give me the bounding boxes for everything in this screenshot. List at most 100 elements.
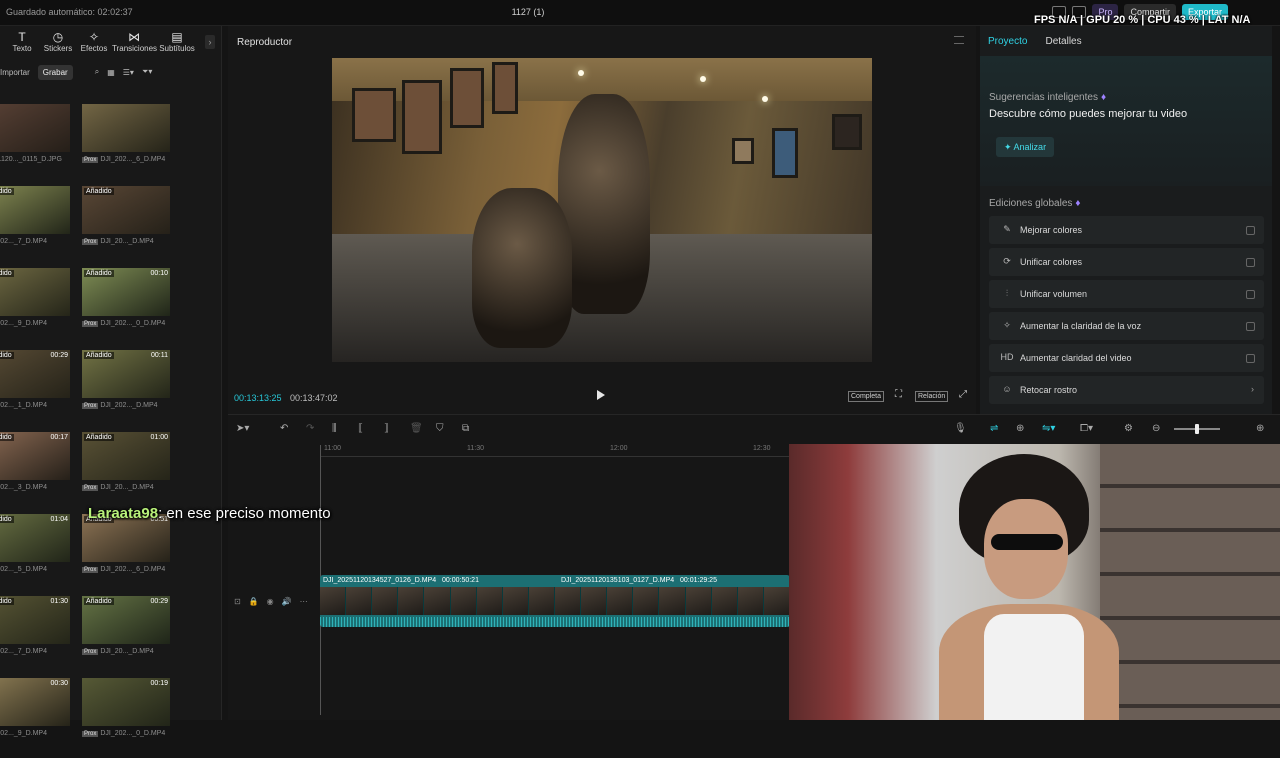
clip-name: DJI_20251120135103_0127_D.MP4 [561, 577, 675, 584]
ruler-tick: 12:30 [753, 445, 771, 452]
analyze-button[interactable]: ✦ Analizar [996, 137, 1055, 157]
proxy-badge: Prox [82, 567, 99, 573]
media-item[interactable]: 20251120..._0115_D.JPG [0, 104, 70, 184]
trim-left-icon[interactable]: ⟦ [358, 423, 363, 434]
redo-icon[interactable]: ↷ [306, 423, 314, 434]
media-duration: 00:11 [151, 352, 168, 359]
properties-panel: Proyecto Detalles Sugerencias inteligent… [980, 26, 1272, 414]
media-duration: 00:17 [50, 434, 68, 441]
toggle[interactable] [1246, 258, 1255, 267]
audio-icon[interactable]: 🔊 [282, 597, 292, 606]
tab-effects[interactable]: ✧ Efectos [76, 31, 112, 54]
menu-icon[interactable] [954, 36, 964, 44]
trim-right-icon[interactable]: ⟧ [384, 423, 389, 434]
clip-header: DJI_20251120134527_0126_D.MP4 00:00:50:2… [320, 575, 479, 586]
sort-icon[interactable]: ☰▾ [123, 68, 134, 77]
preview-axis-icon[interactable]: ⧠▾ [1080, 423, 1093, 434]
sunglasses [991, 534, 1063, 550]
edit-label: Unificar colores [1020, 257, 1083, 267]
toggle[interactable] [1246, 354, 1255, 363]
tab-details[interactable]: Detalles [1045, 36, 1081, 47]
wall-frame [352, 88, 396, 142]
full-quality-button[interactable]: Completa [848, 391, 884, 402]
subtitle-icon: ▤ [171, 30, 183, 44]
media-item[interactable]: Añadido 00:10 Prox DJI_202..._0_D.MP4 [82, 268, 170, 348]
tab-transitions[interactable]: ⋈ Transiciones [112, 31, 158, 54]
undo-icon[interactable]: ↶ [280, 423, 288, 434]
clip-duration: 00:00:50:21 [441, 577, 479, 584]
track-cover-icon[interactable]: ⊡ [234, 597, 241, 606]
zoom-handle[interactable] [1195, 424, 1199, 434]
video-preview[interactable] [332, 58, 872, 362]
media-item[interactable]: Añadido 01:00 Prox DJI_20..._D.MP4 [82, 432, 170, 512]
media-item[interactable]: Añadido 00:29 Prox DJI_20..._D.MP4 [82, 596, 170, 676]
filter-icon[interactable]: ⏷▾ [142, 67, 152, 77]
record-button[interactable]: Grabar [37, 64, 73, 80]
media-item[interactable]: Añadido 01:30 DJI_202..._7_D.MP4 [0, 596, 70, 676]
media-filename-text: DJI_202..._0_D.MP4 [100, 320, 166, 327]
tab-text[interactable]: T Texto [4, 31, 40, 54]
media-item[interactable]: Añadido DJI_202..._9_D.MP4 [0, 268, 70, 348]
media-filename-text: DJI_202..._D.MP4 [100, 402, 158, 409]
video-track[interactable]: DJI_20251120134527_0126_D.MP4 00:00:50:2… [320, 575, 790, 627]
aspect-ratio-button[interactable]: Relación [915, 391, 949, 402]
wall-frame [450, 68, 484, 128]
select-tool-icon[interactable]: ➤▾ [236, 423, 249, 434]
crop-icon[interactable]: ⧉ [462, 423, 469, 434]
media-item[interactable]: Prox DJI_202..._6_D.MP4 [82, 104, 170, 184]
marker-icon[interactable]: ⛉ [436, 423, 444, 434]
tab-subtitles[interactable]: ▤ Subtítulos [156, 30, 198, 54]
visibility-icon[interactable]: ◉ [267, 597, 274, 606]
link-icon[interactable]: ⇌ [990, 423, 998, 434]
split-icon[interactable]: ⫼ [332, 423, 337, 434]
media-item[interactable]: Añadido 00:11 Prox DJI_202..._D.MP4 [82, 350, 170, 430]
wall-frame [732, 138, 754, 164]
delete-icon[interactable]: 🗑 [410, 423, 423, 434]
fit-icon[interactable]: ⛶ [895, 389, 902, 400]
media-duration: 00:29 [150, 598, 168, 605]
chat-username: Laraata98 [88, 505, 159, 522]
search-icon[interactable]: ⌕ [95, 67, 99, 77]
media-item[interactable]: Añadido 00:29 DJI_202..._1_D.MP4 [0, 350, 70, 430]
snap-icon[interactable]: ⇋▾ [1042, 423, 1055, 434]
media-item[interactable]: Añadido 00:17 DJI_202..._3_D.MP4 [0, 432, 70, 512]
global-edit-item[interactable]: HD Aumentar claridad del video [989, 344, 1264, 372]
global-edit-item[interactable]: ✎ Mejorar colores [989, 216, 1264, 244]
tab-label: Transiciones [112, 44, 158, 53]
play-icon[interactable] [597, 390, 605, 400]
tab-project[interactable]: Proyecto [988, 36, 1027, 47]
more-icon[interactable]: ⋯ [300, 597, 308, 606]
media-item[interactable]: 00:19 Prox DJI_202..._0_D.MP4 [82, 678, 170, 758]
media-item[interactable]: Añadido 01:04 DJI_202..._5_D.MP4 [0, 514, 70, 594]
timeline-settings-icon[interactable]: ⚙ [1124, 423, 1133, 434]
media-duration: 00:10 [150, 270, 168, 277]
fullscreen-icon[interactable]: ⤢ [959, 389, 967, 400]
global-edit-item[interactable]: ☺ Retocar rostro › [989, 376, 1264, 404]
global-edit-item[interactable]: ⫶ Unificar volumen [989, 280, 1264, 308]
edit-icon: ☺ [1002, 384, 1012, 394]
tab-stickers[interactable]: ◷ Stickers [40, 31, 76, 54]
media-item[interactable]: Añadido Prox DJI_20..._D.MP4 [82, 186, 170, 266]
added-badge: Añadido [84, 188, 114, 195]
zoom-out-icon[interactable]: ⊖ [1152, 423, 1160, 434]
media-item[interactable]: 00:30 DJI_202..._9_D.MP4 [0, 678, 70, 758]
toggle[interactable] [1246, 290, 1255, 299]
global-edit-item[interactable]: ✧ Aumentar la claridad de la voz [989, 312, 1264, 340]
media-duration: 00:29 [50, 352, 68, 359]
ceiling-light [700, 76, 706, 82]
microphone-icon[interactable]: 🎙 [954, 423, 967, 434]
ruler-tick: 11:00 [324, 445, 341, 452]
lock-icon[interactable]: 🔒 [249, 597, 259, 606]
magnet-icon[interactable]: ⊕ [1016, 423, 1024, 434]
global-edit-item[interactable]: ⟳ Unificar colores [989, 248, 1264, 276]
toggle[interactable] [1246, 226, 1255, 235]
toggle[interactable] [1246, 322, 1255, 331]
zoom-in-icon[interactable]: ⊕ [1256, 423, 1264, 434]
media-item[interactable]: Añadido 00:51 Prox DJI_202..._6_D.MP4 [82, 514, 170, 594]
import-button[interactable]: Importar [0, 68, 30, 77]
media-filename-text: DJI_202..._9_D.MP4 [0, 320, 47, 327]
grid-view-icon[interactable]: ▦ [107, 68, 115, 77]
section-label: Sugerencias inteligentes [989, 92, 1098, 103]
media-item[interactable]: Añadido DJI_202..._7_D.MP4 [0, 186, 70, 266]
chevron-right-icon[interactable]: › [205, 35, 215, 49]
